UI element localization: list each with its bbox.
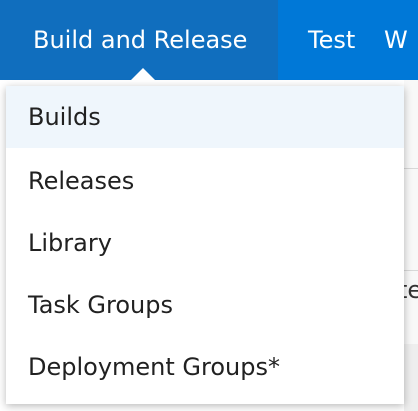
- menu-item-label: Builds: [28, 103, 101, 131]
- menu-item-deployment-groups[interactable]: Deployment Groups*: [6, 336, 404, 398]
- nav-work-partial-label: W: [384, 26, 408, 54]
- background-divider: [404, 168, 418, 169]
- menu-item-label: Deployment Groups*: [28, 353, 280, 381]
- menu-item-library[interactable]: Library: [6, 212, 404, 274]
- menu-item-label: Task Groups: [28, 291, 173, 319]
- menu-item-label: Releases: [28, 167, 135, 195]
- background-panel: [404, 344, 418, 411]
- build-and-release-dropdown-menu: Builds Releases Library Task Groups Depl…: [6, 86, 404, 404]
- nav-test-label: Test: [308, 26, 356, 54]
- menu-item-task-groups[interactable]: Task Groups: [6, 274, 404, 336]
- background-divider: [404, 270, 418, 271]
- menu-item-builds[interactable]: Builds: [6, 86, 404, 148]
- menu-item-label: Library: [28, 229, 112, 257]
- nav-test[interactable]: Test: [308, 0, 355, 80]
- top-navigation-bar: Build and Release Test W: [0, 0, 418, 80]
- dropdown-pointer-caret: [131, 68, 155, 80]
- nav-work-partial[interactable]: W: [384, 0, 418, 80]
- menu-item-releases[interactable]: Releases: [6, 150, 404, 212]
